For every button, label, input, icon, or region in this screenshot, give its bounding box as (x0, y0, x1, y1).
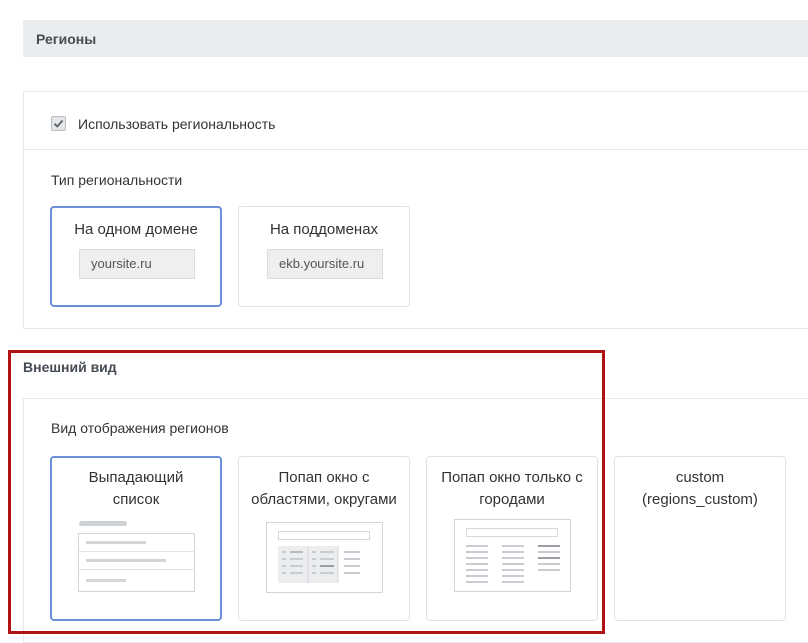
display-option-custom[interactable]: custom (regions_custom) (614, 456, 786, 621)
display-option-title-line1: Выпадающий (88, 469, 184, 486)
display-option-title-line1: custom (675, 469, 725, 486)
use-regionality-checkbox[interactable] (51, 116, 66, 131)
popup-regions-preview-icon (266, 522, 383, 593)
display-option-popup-regions[interactable]: Попап окно с областями, округами (238, 456, 410, 621)
regionality-type-panel: Тип региональности На одном домене yours… (23, 149, 808, 329)
type-option-single-domain[interactable]: На одном домене yoursite.ru (50, 206, 222, 307)
regionality-type-label: Тип региональности (51, 172, 183, 188)
display-option-title-line2: областями, округами (251, 491, 397, 508)
type-option-subdomains[interactable]: На поддоменах ekb.yoursite.ru (238, 206, 410, 307)
display-option-title-line1: Попап окно только с (441, 469, 583, 486)
display-option-dropdown[interactable]: Выпадающий список (50, 456, 222, 621)
regions-display-label: Вид отображения регионов (51, 420, 229, 436)
use-regionality-label[interactable]: Использовать региональность (78, 116, 275, 132)
display-option-title-line1: Попап окно с (278, 469, 370, 486)
appearance-section-title: Внешний вид (23, 359, 117, 375)
type-option-title: На поддоменах (269, 221, 379, 238)
domain-example: ekb.yoursite.ru (267, 249, 383, 279)
display-option-title-line2: (regions_custom) (642, 491, 758, 508)
regions-display-panel: Вид отображения регионов Выпадающий спис… (23, 398, 808, 643)
display-option-title-line2: городами (479, 491, 545, 508)
use-regionality-panel: Использовать региональность (23, 91, 808, 150)
regions-section-title: Регионы (36, 31, 97, 47)
display-option-popup-cities[interactable]: Попап окно только с городами (426, 456, 598, 621)
display-option-title-line2: список (112, 491, 160, 508)
dropdown-list-preview-icon (78, 521, 195, 592)
popup-cities-preview-icon (454, 519, 571, 592)
checkmark-icon (53, 119, 64, 128)
type-option-title: На одном домене (74, 221, 198, 238)
regions-section-header: Регионы (23, 20, 808, 57)
domain-example: yoursite.ru (79, 249, 195, 279)
